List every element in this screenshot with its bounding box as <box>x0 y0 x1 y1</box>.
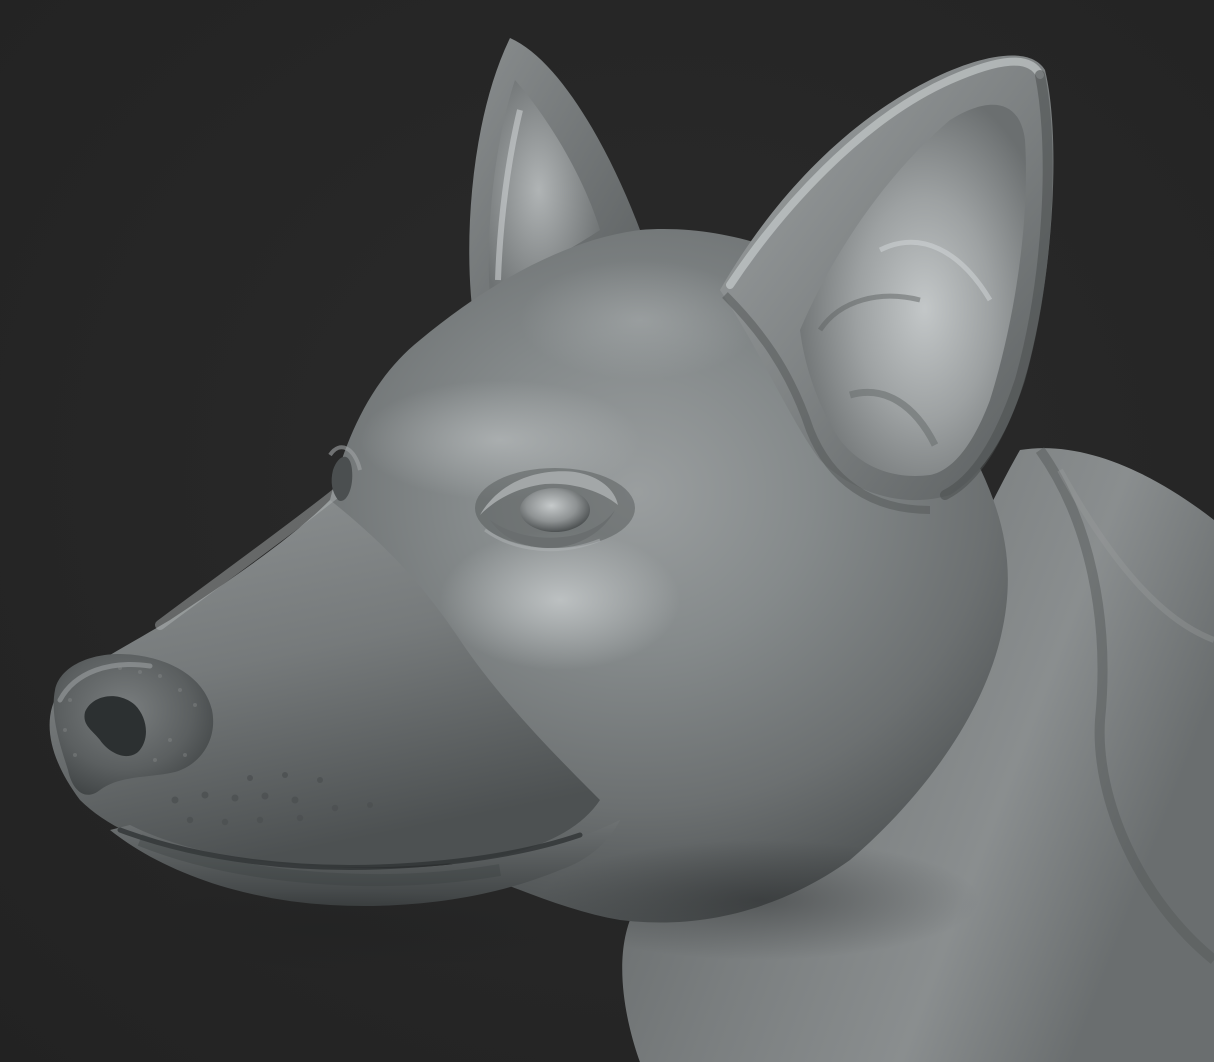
eye <box>520 488 590 532</box>
dog-head-render <box>0 0 1214 1062</box>
viewport <box>0 0 1214 1062</box>
cheek-highlight <box>440 530 680 670</box>
